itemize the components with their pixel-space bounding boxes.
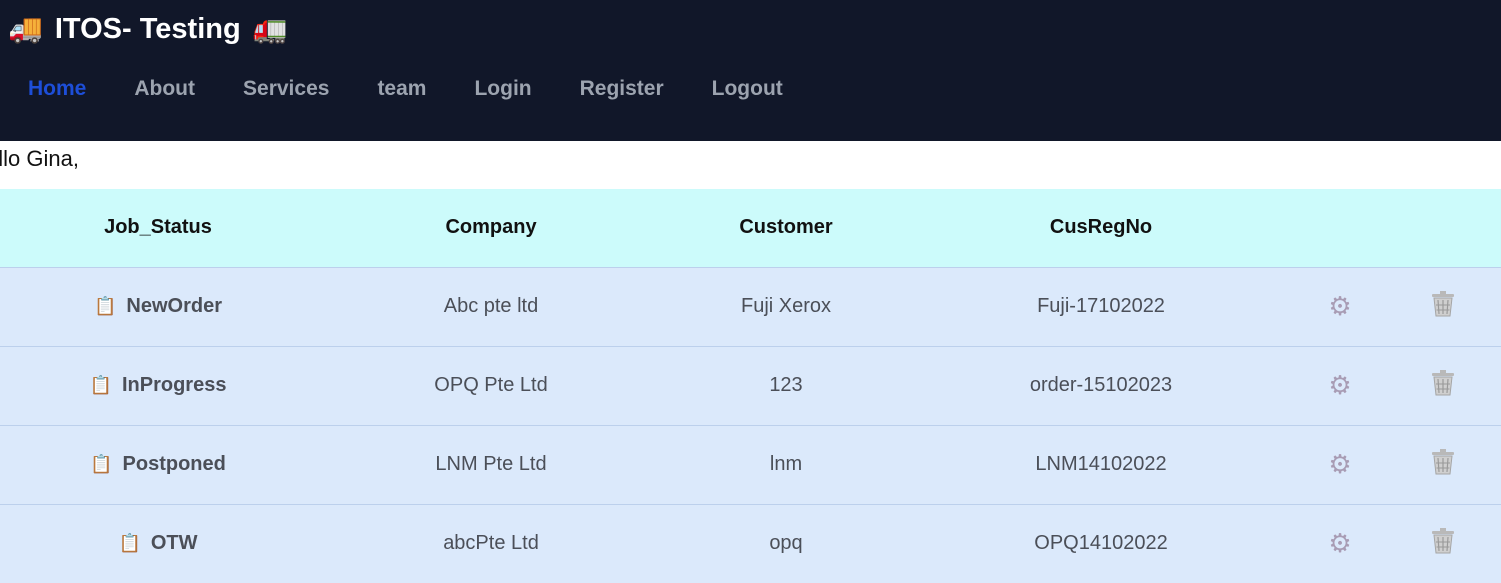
job-status-label: NewOrder	[126, 295, 222, 318]
table-header-row: Job_Status Company Customer CusRegNo	[0, 189, 1501, 267]
trash-icon[interactable]	[1431, 527, 1455, 554]
table-row[interactable]: 📋 InProgress OPQ Pte Ltd 123 order-15102023 ⚙	[0, 346, 1501, 425]
trash-icon[interactable]	[1431, 290, 1455, 317]
main-nav: Home About Services team Login Register …	[28, 72, 831, 106]
cell-cusregno: Fuji-17102022	[1037, 295, 1165, 317]
cell-edit: ⚙	[1296, 504, 1384, 583]
cell-company: OPQ Pte Ltd	[434, 374, 548, 396]
cell-customer: opq	[769, 532, 803, 555]
cell-delete	[1384, 425, 1501, 504]
gear-icon[interactable]: ⚙	[1328, 451, 1351, 477]
nav-services[interactable]: Services	[243, 77, 329, 101]
brand[interactable]: 🚚 ITOS- Testing 🚛	[8, 10, 288, 48]
trash-icon[interactable]	[1431, 369, 1455, 396]
cell-edit: ⚙	[1296, 267, 1384, 346]
cell-delete	[1384, 504, 1501, 583]
cell-customer: 123	[769, 374, 803, 396]
cell-job-status: 📋 OTW	[0, 504, 316, 583]
nav-login[interactable]: Login	[474, 77, 531, 101]
header-delete	[1384, 189, 1501, 267]
header-edit	[1296, 189, 1384, 267]
greeting-text: ello Gina,	[0, 146, 79, 171]
nav-logout[interactable]: Logout	[712, 77, 783, 101]
header-customer: Customer	[739, 216, 833, 239]
job-status-label: Postponed	[122, 453, 226, 476]
gear-icon[interactable]: ⚙	[1328, 530, 1351, 556]
cell-company: LNM Pte Ltd	[435, 453, 547, 475]
table-row[interactable]: 📋 NewOrder Abc pte ltd Fuji Xerox Fuji-17102…	[0, 267, 1501, 346]
table-row[interactable]: 📋 OTW abcPte Ltd opq OPQ14102022 ⚙	[0, 504, 1501, 583]
clipboard-icon: 📋	[118, 533, 141, 554]
clipboard-icon: 📋	[89, 375, 112, 396]
delivery-truck-icon: 🚚	[8, 13, 43, 44]
header-company: Company	[445, 216, 537, 239]
trash-icon[interactable]	[1431, 448, 1455, 475]
cell-job-status: 📋 NewOrder	[0, 267, 316, 346]
header-job-status: Job_Status	[104, 216, 212, 239]
gear-icon[interactable]: ⚙	[1328, 293, 1351, 319]
cell-delete	[1384, 346, 1501, 425]
cell-cusregno: OPQ14102022	[1034, 532, 1168, 555]
cell-customer: Fuji Xerox	[740, 295, 832, 317]
cell-company: Abc pte ltd	[443, 295, 539, 317]
cell-job-status: 📋 InProgress	[0, 346, 316, 425]
nav-home[interactable]: Home	[28, 77, 86, 101]
cell-edit: ⚙	[1296, 346, 1384, 425]
cell-job-status: 📋 Postponed	[0, 425, 316, 504]
nav-register[interactable]: Register	[580, 77, 664, 101]
header-cusregno: CusRegNo	[1049, 216, 1153, 239]
jobs-table: Job_Status Company Customer CusRegNo 📋 Ne…	[0, 189, 1501, 583]
cell-customer: lnm	[769, 453, 803, 475]
lorry-icon: 🚛	[252, 13, 288, 44]
table-row[interactable]: 📋 Postponed LNM Pte Ltd lnm LNM14102022 ⚙	[0, 425, 1501, 504]
job-status-label: InProgress	[121, 374, 227, 397]
cell-company: abcPte Ltd	[443, 532, 539, 555]
cell-cusregno: order-15102023	[1029, 374, 1173, 396]
clipboard-icon: 📋	[93, 296, 117, 317]
top-navbar: 🚚 ITOS- Testing 🚛 Home About Services te…	[0, 0, 1501, 141]
clipboard-icon: 📋	[90, 454, 113, 475]
job-status-label: OTW	[150, 532, 198, 555]
app-title: ITOS- Testing	[54, 12, 241, 45]
cell-delete	[1384, 267, 1501, 346]
nav-about[interactable]: About	[134, 77, 195, 101]
cell-cusregno: LNM14102022	[1035, 453, 1167, 475]
nav-team[interactable]: team	[377, 77, 426, 101]
cell-edit: ⚙	[1296, 425, 1384, 504]
gear-icon[interactable]: ⚙	[1328, 372, 1351, 398]
